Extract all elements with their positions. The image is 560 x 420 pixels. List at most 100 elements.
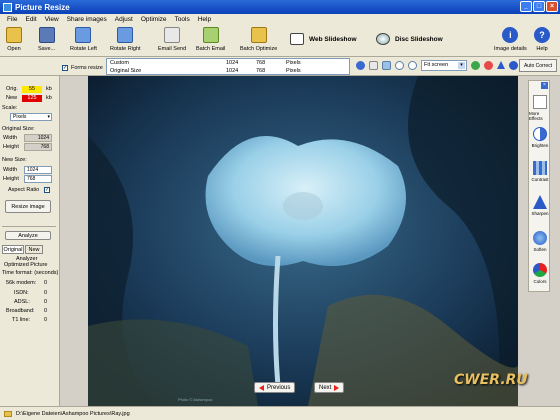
menu-help[interactable]: Help <box>194 16 215 23</box>
disc-slideshow-label: Disc Slideshow <box>395 35 443 43</box>
scale-label: Scale: <box>2 105 18 111</box>
analyze-button[interactable]: Analyze <box>5 231 51 240</box>
speed-label: 56k modem: <box>6 280 37 286</box>
next-button[interactable]: Next <box>314 382 345 393</box>
menu-edit[interactable]: Edit <box>21 16 40 23</box>
help-icon: ? <box>534 27 550 43</box>
new-filesize: 125 <box>22 95 42 102</box>
zoom-in-icon[interactable] <box>395 61 404 70</box>
photo-credit: Photo © Ashampoo <box>178 397 213 402</box>
more-effects-label: More Effects <box>529 111 543 121</box>
blur-small-icon[interactable] <box>509 61 518 70</box>
open-button[interactable]: Open <box>6 27 22 52</box>
rotate-left-button[interactable]: Rotate Left <box>70 27 97 52</box>
scale-select[interactable]: Pixels ▾ <box>10 113 52 121</box>
close-icon[interactable]: × <box>541 82 548 89</box>
go-icon[interactable] <box>471 61 480 70</box>
batch-email-label: Batch Email <box>196 46 226 52</box>
menu-file[interactable]: File <box>3 16 21 23</box>
rotate-left-icon <box>75 27 92 43</box>
menu-tools[interactable]: Tools <box>171 16 194 23</box>
orig-size-label: Orig. <box>6 86 18 92</box>
forms-resize-option[interactable]: ✓ Forms resize <box>62 65 103 71</box>
forms-resize-checkbox[interactable]: ✓ <box>62 65 68 71</box>
size-preset-row[interactable]: Original Size 1024 768 Pixels <box>107 67 349 75</box>
actual-size-icon[interactable] <box>382 61 391 70</box>
fit-icon[interactable] <box>369 61 378 70</box>
globe-icon[interactable] <box>356 61 365 70</box>
colors-button[interactable]: Colors <box>529 263 551 284</box>
preset-height: 768 <box>256 60 266 66</box>
aspect-ratio-checkbox[interactable]: ✓ <box>44 187 50 193</box>
batch-optimize-label: Batch Optimize <box>240 46 278 52</box>
new-height-input[interactable]: 768 <box>24 175 52 183</box>
new-width-input[interactable]: 1024 <box>24 166 52 174</box>
watermark: CWER.RU <box>454 372 528 388</box>
time-format-label: Time format: (seconds) <box>2 270 59 276</box>
speed-label: ADSL: <box>14 299 30 305</box>
email-send-label: Email Send <box>158 46 187 52</box>
speed-label: Broadband: <box>6 308 35 314</box>
more-effects-button[interactable]: More Effects <box>529 95 551 121</box>
rotate-right-label: Rotate Right <box>110 46 141 52</box>
analyzer-subtitle: Optimized Picture <box>4 262 48 268</box>
soften-button[interactable]: Soften <box>529 231 551 252</box>
disc-slideshow-button[interactable]: Disc Slideshow <box>376 33 443 45</box>
soften-label: Soften <box>533 247 547 252</box>
batch-optimize-button[interactable]: Batch Optimize <box>240 27 277 52</box>
previous-label: Previous <box>267 384 291 391</box>
email-send-button[interactable]: Email Send <box>158 27 186 52</box>
zoom-out-icon[interactable] <box>408 61 417 70</box>
previous-button[interactable]: Previous <box>254 382 296 393</box>
arrow-right-icon <box>334 384 340 391</box>
stingray-photo <box>88 76 518 406</box>
orig-width-label: Width <box>3 135 18 141</box>
rotate-right-icon <box>117 27 134 43</box>
sharpen-button[interactable]: Sharpen <box>529 195 551 216</box>
brighten-button[interactable]: Brighten <box>529 127 551 148</box>
tab-original[interactable]: Original <box>2 245 24 254</box>
menu-adjust[interactable]: Adjust <box>111 16 137 23</box>
auto-correct-button[interactable]: Auto Correct <box>519 59 557 72</box>
rotate-right-button[interactable]: Rotate Right <box>110 27 141 52</box>
tab-new[interactable]: New <box>25 245 43 254</box>
speed-value: 0 <box>44 299 48 305</box>
file-path: D:\Eigene Dateien\Ashampoo Pictures\Ray.… <box>16 410 130 417</box>
preset-name: Original Size <box>110 68 142 74</box>
sharpen-small-icon[interactable] <box>497 61 505 69</box>
minimize-button[interactable]: _ <box>520 1 532 12</box>
menu-optimize[interactable]: Optimize <box>137 16 171 23</box>
menu-view[interactable]: View <box>41 16 63 23</box>
scale-value: Pixels <box>13 114 27 120</box>
size-preset-row[interactable]: Custom 1024 768 Pixels <box>107 59 349 67</box>
orig-unit: kb <box>46 86 52 92</box>
image-details-button[interactable]: i Image details <box>494 27 527 52</box>
orig-width-value: 1024 <box>24 134 52 142</box>
next-label: Next <box>319 384 332 391</box>
effects-panel: × More Effects Brighten Contrast Sharpen… <box>528 80 550 292</box>
options-bar: ✓ Forms resize Custom 1024 768 Pixels Or… <box>0 57 560 76</box>
menu-share-images[interactable]: Share images <box>63 16 111 23</box>
contrast-button[interactable]: Contrast <box>529 161 551 182</box>
window-title: Picture Resize <box>15 2 70 12</box>
save-button[interactable]: Save... <box>38 27 55 52</box>
size-preset-list[interactable]: Custom 1024 768 Pixels Original Size 102… <box>106 58 350 75</box>
resize-image-button[interactable]: Resize image <box>5 200 51 213</box>
new-size-label: New <box>6 95 18 101</box>
maximize-button[interactable]: □ <box>533 1 545 12</box>
web-slideshow-icon <box>290 33 304 45</box>
web-slideshow-button[interactable]: Web Slideshow <box>290 33 357 45</box>
help-button[interactable]: ? Help <box>534 27 550 52</box>
chevron-down-icon: ▾ <box>47 114 50 120</box>
red-eye-icon[interactable] <box>484 61 493 70</box>
effects-icon <box>533 95 547 109</box>
batch-email-button[interactable]: Batch Email <box>196 27 225 52</box>
image-preview[interactable]: Photo © Ashampoo Previous Next <box>88 76 518 406</box>
batch-email-icon <box>202 27 219 43</box>
close-button[interactable]: × <box>546 1 558 12</box>
batch-optimize-icon <box>250 27 267 43</box>
web-slideshow-label: Web Slideshow <box>309 35 357 43</box>
zoom-select[interactable]: Fit screen ▾ <box>421 60 467 71</box>
chevron-down-icon: ▾ <box>458 62 465 69</box>
speed-value: 0 <box>44 317 48 323</box>
